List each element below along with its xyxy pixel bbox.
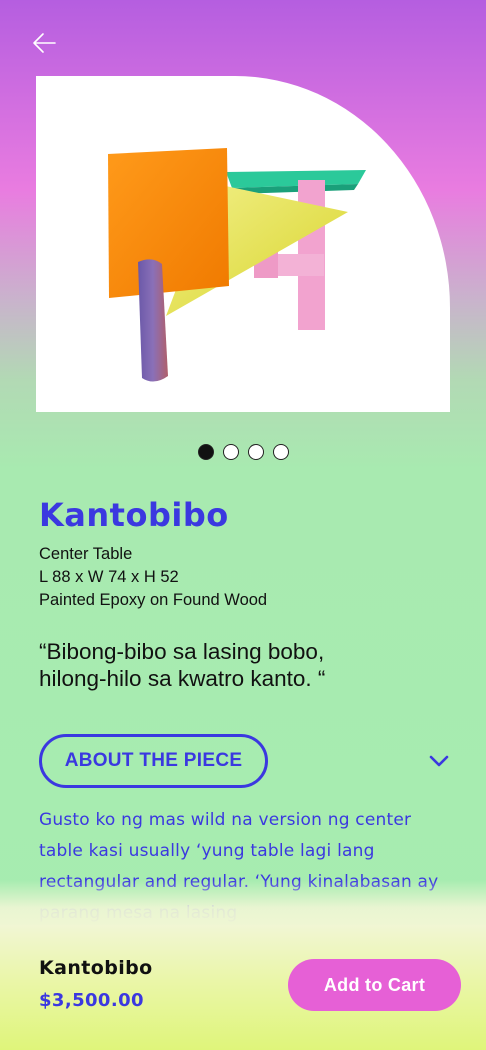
- pager-dot[interactable]: [197, 444, 214, 460]
- scroll-fade: [0, 880, 486, 930]
- quote-line: hilong-hilo sa kwatro kanto. “: [39, 666, 326, 691]
- pager-dot[interactable]: [247, 444, 264, 460]
- product-image: [36, 76, 450, 412]
- pager-dot[interactable]: [222, 444, 239, 460]
- arrow-left-icon: [33, 33, 56, 53]
- back-button[interactable]: [30, 30, 60, 56]
- bottom-bar-price: $3,500.00: [39, 990, 144, 1011]
- about-the-piece-button[interactable]: ABOUT THE PIECE: [39, 734, 268, 788]
- product-specs: Center Table L 88 x W 74 x H 52 Painted …: [39, 543, 267, 612]
- quote-line: “Bibong-bibo sa lasing bobo,: [39, 639, 325, 664]
- product-quote: “Bibong-bibo sa lasing bobo, hilong-hilo…: [39, 638, 459, 692]
- product-dimensions: L 88 x W 74 x H 52: [39, 568, 179, 586]
- add-to-cart-button[interactable]: Add to Cart: [288, 959, 461, 1011]
- pager-dot[interactable]: [272, 444, 289, 460]
- image-pager: [0, 444, 486, 460]
- product-title: Kantobibo: [39, 496, 229, 534]
- table-illustration: [108, 148, 366, 382]
- product-material: Painted Epoxy on Found Wood: [39, 591, 268, 609]
- chevron-down-icon: [429, 755, 449, 767]
- expand-toggle-button[interactable]: [426, 748, 452, 774]
- product-type: Center Table: [39, 545, 133, 563]
- bottom-bar-product-name: Kantobibo: [39, 957, 153, 979]
